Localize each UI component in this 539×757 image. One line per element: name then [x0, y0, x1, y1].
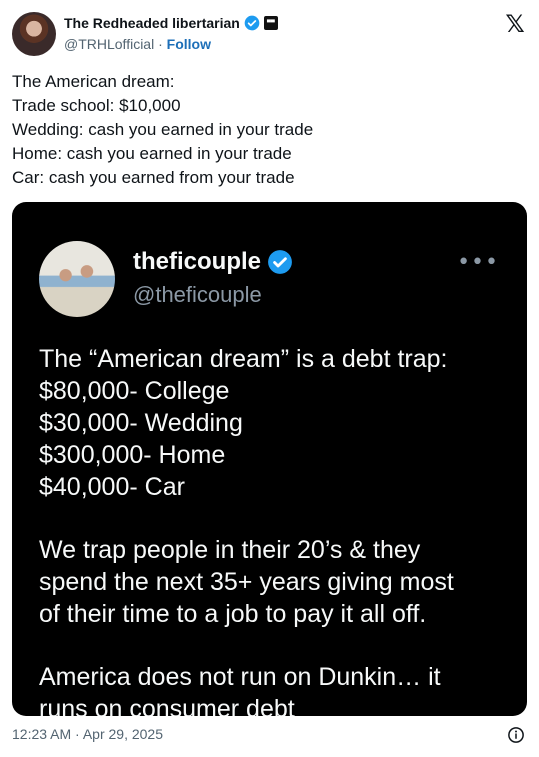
affiliation-badge-icon: ▀▀	[263, 16, 278, 30]
tweet-line: The American dream:	[12, 72, 175, 91]
embedded-line: spend the next 35+ years giving most	[39, 568, 454, 596]
tweet-line: Trade school: $10,000	[12, 96, 181, 115]
more-options-icon: •••	[457, 250, 499, 275]
embedded-handle: @theficouple	[133, 282, 262, 307]
embedded-spacer	[39, 630, 509, 661]
embedded-verified-badge-icon	[268, 250, 292, 274]
embedded-author-avatar	[39, 241, 115, 317]
author-display-name[interactable]: The Redheaded libertarian	[64, 15, 240, 31]
embedded-display-name: theficouple	[133, 248, 262, 275]
embedded-spacer	[39, 503, 509, 534]
tweet-header: The Redheaded libertarian ▀▀ @TRHLoffici…	[12, 12, 527, 56]
tweet-line: Car: cash you earned from your trade	[12, 168, 295, 187]
author-name-row: The Redheaded libertarian ▀▀	[64, 15, 278, 31]
embedded-line: The “American dream” is a debt trap:	[39, 345, 448, 373]
verified-badge-icon	[244, 15, 260, 31]
tweet-line: Wedding: cash you earned in your trade	[12, 120, 314, 139]
embedded-line: We trap people in their 20’s & they	[39, 536, 421, 564]
handle-separator: ·	[158, 36, 163, 52]
x-logo-icon[interactable]: 𝕏	[503, 12, 527, 36]
embedded-line: runs on consumer debt	[39, 695, 295, 716]
tweet-timestamp[interactable]: 12:23 AM · Apr 29, 2025	[12, 726, 163, 742]
author-avatar[interactable]	[12, 12, 56, 56]
embedded-name-row: theficouple	[133, 248, 293, 276]
embedded-text: The “American dream” is a debt trap: $80…	[39, 343, 509, 716]
tweet-line: Home: cash you earned in your trade	[12, 144, 292, 163]
author-handle-row: @TRHLofficial · Follow	[64, 36, 211, 52]
embedded-line: America does not run on Dunkin… it	[39, 663, 441, 691]
embedded-line: $40,000- Car	[39, 473, 185, 501]
embedded-line: $80,000- College	[39, 377, 230, 405]
embedded-line: of their time to a job to pay it all off…	[39, 600, 427, 628]
follow-button[interactable]: Follow	[167, 36, 211, 52]
info-icon[interactable]	[507, 726, 525, 744]
embedded-tweet-image[interactable]: theficouple @theficouple ••• The “Americ…	[12, 202, 527, 716]
embedded-line: $30,000- Wedding	[39, 409, 243, 437]
author-handle[interactable]: @TRHLofficial	[64, 36, 154, 52]
tweet-text: The American dream: Trade school: $10,00…	[12, 70, 527, 190]
embedded-line: $300,000- Home	[39, 441, 226, 469]
tweet-footer: 12:23 AM · Apr 29, 2025	[12, 726, 527, 748]
